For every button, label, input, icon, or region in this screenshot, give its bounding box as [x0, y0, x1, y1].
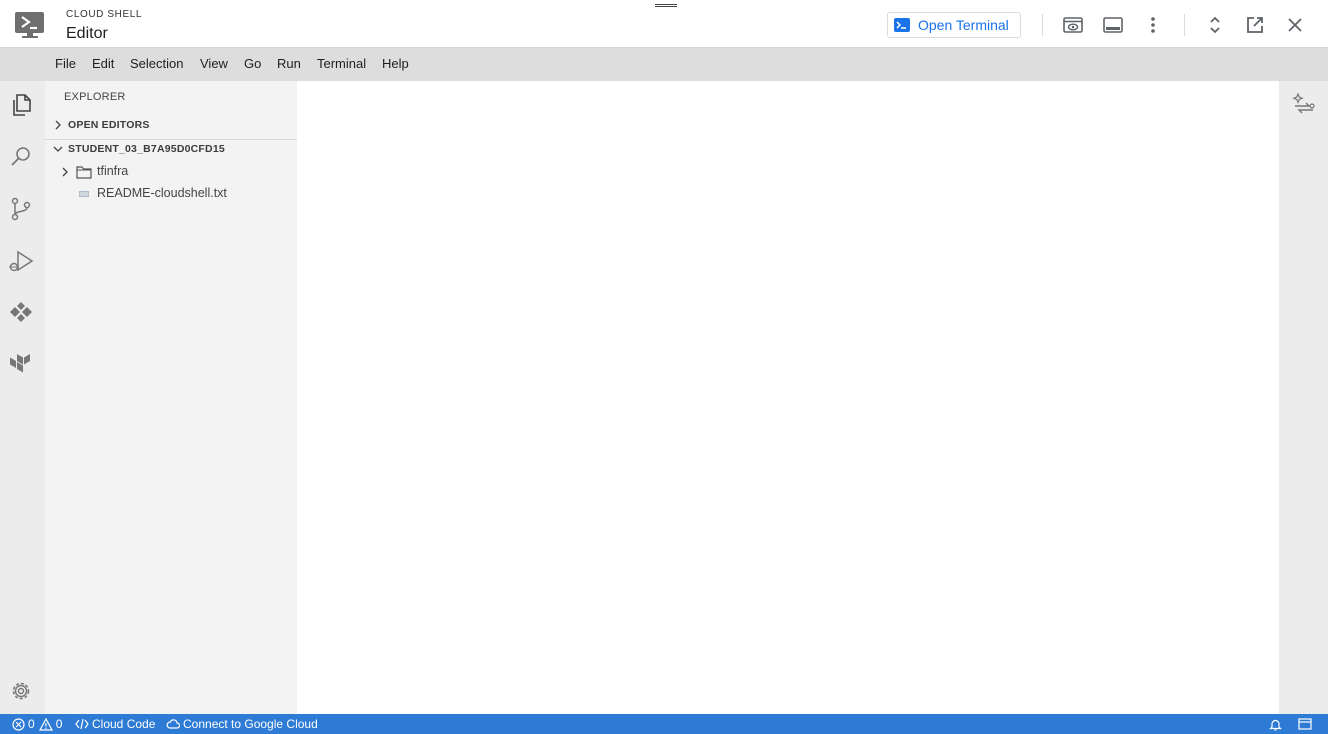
more-options-button[interactable] [1142, 14, 1164, 36]
menu-edit[interactable]: Edit [92, 56, 114, 71]
menu-help[interactable]: Help [382, 56, 409, 71]
toggle-panel-button[interactable] [1102, 14, 1124, 36]
gemini-assist-icon[interactable] [1292, 92, 1316, 116]
terraform-icon[interactable] [8, 352, 34, 378]
tree-item-label: tfinfra [97, 164, 129, 178]
close-button[interactable] [1284, 14, 1306, 36]
maximize-button[interactable] [1204, 14, 1226, 36]
code-icon [75, 718, 89, 730]
workspace-section[interactable]: STUDENT_03_B7A95D0CFD15 [45, 139, 297, 161]
menu-terminal[interactable]: Terminal [317, 56, 366, 71]
layout-icon [1298, 718, 1312, 730]
folder-icon [76, 165, 92, 179]
resize-handle[interactable] [655, 4, 677, 7]
tree-item-label: README-cloudshell.txt [97, 186, 227, 200]
open-new-window-button[interactable] [1244, 14, 1266, 36]
open-editors-label: OPEN EDITORS [68, 119, 150, 131]
explorer-title: EXPLORER [64, 91, 126, 103]
source-control-icon[interactable] [8, 196, 34, 222]
cloud-code-label: Cloud Code [92, 717, 156, 731]
menu-bar: File Edit Selection View Go Run Terminal… [0, 48, 1328, 81]
unfold-icon [1210, 16, 1220, 34]
menu-view[interactable]: View [200, 56, 228, 71]
problems-indicator[interactable]: 0 0 [12, 717, 62, 731]
cloud-icon [166, 719, 180, 729]
open-in-new-icon [1247, 17, 1263, 33]
cloud-shell-logo-icon [14, 11, 46, 39]
error-count: 0 [28, 717, 35, 731]
menu-file[interactable]: File [55, 56, 76, 71]
title-bar: CLOUD SHELL Editor Open Terminal [0, 0, 1328, 48]
toolbar-divider [1184, 14, 1185, 36]
panel-icon [1103, 17, 1123, 33]
close-icon [1288, 18, 1302, 32]
error-icon [12, 717, 25, 731]
search-icon[interactable] [8, 144, 34, 170]
menu-run[interactable]: Run [277, 56, 301, 71]
cloud-code-status[interactable]: Cloud Code [75, 717, 155, 731]
open-editors-section[interactable]: OPEN EDITORS [45, 115, 297, 137]
menu-selection[interactable]: Selection [130, 56, 183, 71]
web-preview-button[interactable] [1062, 14, 1084, 36]
product-label: CLOUD SHELL [66, 9, 143, 20]
chevron-right-icon [60, 167, 70, 177]
connect-google-cloud-status[interactable]: Connect to Google Cloud [166, 717, 318, 731]
layout-button[interactable] [1298, 718, 1315, 730]
web-preview-icon [1063, 17, 1083, 33]
tree-item-file[interactable]: README-cloudshell.txt [45, 183, 297, 205]
window-title: Editor [66, 25, 108, 42]
text-file-icon [78, 188, 94, 202]
terminal-icon [894, 17, 910, 33]
warning-count: 0 [55, 717, 63, 731]
explorer-sidebar: EXPLORER OPEN EDITORS STUDENT_03_B7A95D0… [45, 81, 297, 714]
menu-go[interactable]: Go [244, 56, 261, 71]
workspace-label: STUDENT_03_B7A95D0CFD15 [68, 143, 225, 155]
bell-icon [1269, 719, 1282, 731]
right-activity-bar [1279, 81, 1328, 714]
run-debug-icon[interactable] [8, 248, 34, 274]
editor-area[interactable] [297, 81, 1279, 714]
settings-gear-icon[interactable] [8, 678, 34, 704]
open-terminal-button[interactable]: Open Terminal [887, 12, 1021, 38]
activity-bar [0, 81, 45, 714]
chevron-down-icon [53, 144, 63, 154]
notifications-button[interactable] [1269, 718, 1285, 731]
toolbar-divider [1042, 14, 1043, 36]
more-vert-icon [1151, 17, 1155, 33]
explorer-icon[interactable] [8, 92, 34, 118]
extensions-icon[interactable] [8, 300, 34, 326]
warning-icon [38, 717, 53, 731]
status-bar: 0 0 Cloud Code Connect to Google Cloud [0, 714, 1328, 734]
connect-label: Connect to Google Cloud [183, 717, 318, 731]
open-terminal-label: Open Terminal [918, 17, 1009, 33]
tree-item-folder[interactable]: tfinfra [45, 161, 297, 183]
chevron-right-icon [53, 120, 63, 130]
